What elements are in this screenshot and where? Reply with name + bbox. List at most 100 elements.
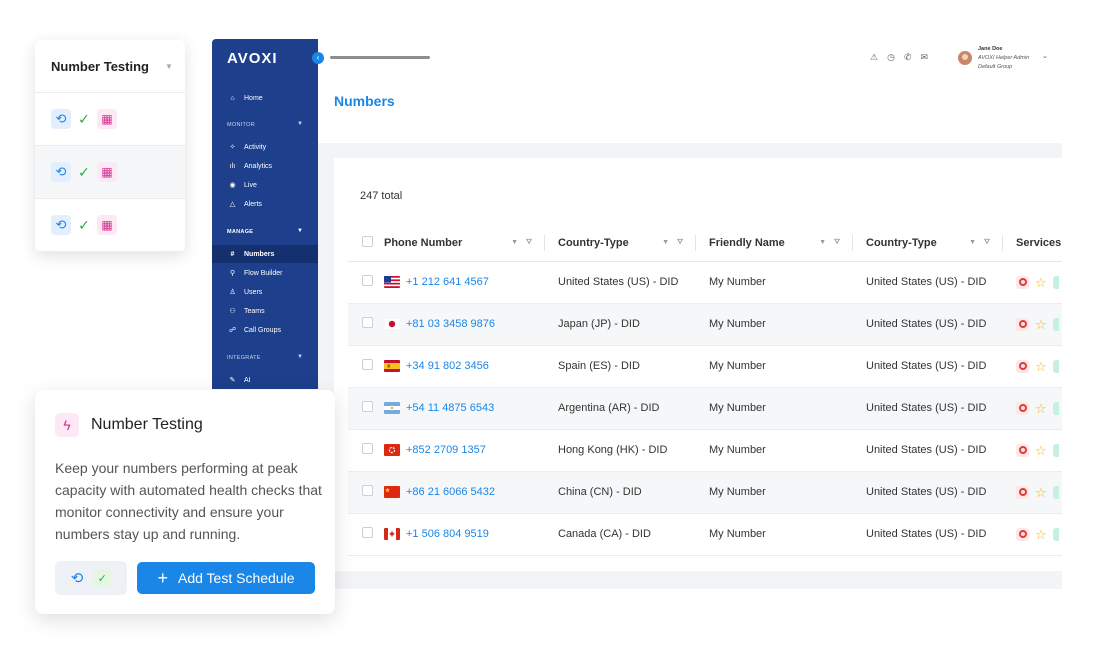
sidebar-item-analytics[interactable]: ılı Analytics bbox=[212, 157, 318, 175]
table-row[interactable]: +852 2709 1357 Hong Kong (HK) - DID My Num… bbox=[348, 429, 1062, 472]
sort-icon[interactable]: ▼ bbox=[662, 239, 669, 247]
target-icon[interactable] bbox=[1016, 317, 1029, 331]
service-badge-icon[interactable] bbox=[1052, 443, 1059, 457]
table-row[interactable]: +34 91 802 3456 Spain (ES) - DID My Number… bbox=[348, 345, 1062, 388]
sync-icon[interactable]: ⟲ bbox=[51, 215, 71, 235]
header-toolbar: ⚠ ◷ ✆ ✉ bbox=[870, 52, 928, 63]
sidebar-item-ai[interactable]: ✎ AI bbox=[212, 371, 318, 389]
sidebar-item-label: Analytics bbox=[244, 162, 273, 170]
service-badge-icon[interactable] bbox=[1052, 317, 1059, 331]
table-row[interactable]: +86 21 6066 5432 China (CN) - DID My Numbe… bbox=[348, 471, 1062, 514]
row-checkbox[interactable] bbox=[362, 527, 373, 538]
row-checkbox[interactable] bbox=[362, 317, 373, 328]
service-badge-icon[interactable] bbox=[1052, 401, 1059, 415]
phone-number-link[interactable]: +54 11 4875 6543 bbox=[406, 402, 494, 414]
list-item[interactable]: ⟲ ✓ ▦ bbox=[35, 199, 185, 252]
avatar[interactable] bbox=[958, 51, 972, 65]
service-badge-icon[interactable] bbox=[1052, 359, 1059, 373]
phone-number-link[interactable]: +1 212 641 4567 bbox=[406, 276, 489, 288]
sidebar-item-teams[interactable]: ⚇ Teams bbox=[212, 302, 318, 320]
filter-icon[interactable]: ⛛ bbox=[526, 239, 532, 247]
star-icon[interactable]: ☆ bbox=[1035, 402, 1047, 415]
sidebar-item-flow-builder[interactable]: ⚲ Flow Builder bbox=[212, 264, 318, 282]
service-badge-icon[interactable] bbox=[1052, 485, 1059, 499]
star-icon[interactable]: ☆ bbox=[1035, 276, 1047, 289]
sidebar-item-home[interactable]: ⌂ Home bbox=[212, 89, 318, 107]
message-icon[interactable]: ✉ bbox=[920, 52, 928, 63]
filter-icon[interactable]: ⛛ bbox=[984, 239, 990, 247]
sidebar-item-live[interactable]: ◉ Live bbox=[212, 176, 318, 194]
sidebar-item-numbers[interactable]: # Numbers bbox=[212, 245, 318, 263]
add-test-schedule-button[interactable]: + Add Test Schedule bbox=[137, 562, 315, 594]
calendar-schedule-icon[interactable]: ▦ bbox=[97, 162, 117, 182]
phone-number-link[interactable]: +852 2709 1357 bbox=[406, 444, 486, 456]
phone-number-link[interactable]: +81 03 3458 9876 bbox=[406, 318, 495, 330]
star-icon[interactable]: ☆ bbox=[1035, 444, 1047, 457]
target-icon[interactable] bbox=[1016, 527, 1029, 541]
table-row[interactable]: +1 212 641 4567 United States (US) - DID M… bbox=[348, 261, 1062, 304]
row-checkbox[interactable] bbox=[362, 443, 373, 454]
row-checkbox[interactable] bbox=[362, 359, 373, 370]
phone-number-link[interactable]: +34 91 802 3456 bbox=[406, 360, 489, 372]
target-icon[interactable] bbox=[1016, 485, 1029, 499]
row-checkbox[interactable] bbox=[362, 401, 373, 412]
list-item[interactable]: ⟲ ✓ ▦ bbox=[35, 146, 185, 199]
service-badge-icon[interactable] bbox=[1052, 527, 1059, 541]
calendar-schedule-icon[interactable]: ▦ bbox=[97, 109, 117, 129]
star-icon[interactable]: ☆ bbox=[1035, 360, 1047, 373]
column-header-phone-number[interactable]: Phone Number ▼ ⛛ bbox=[384, 225, 544, 262]
caret-down-icon[interactable]: ▼ bbox=[297, 354, 303, 360]
live-icon: ◉ bbox=[229, 182, 236, 189]
list-item[interactable]: ⟲ ✓ ▦ bbox=[35, 93, 185, 146]
sort-icon[interactable]: ▼ bbox=[969, 239, 976, 247]
number-testing-dropdown[interactable]: Number Testing ▼ bbox=[35, 40, 185, 93]
chevron-down-icon[interactable]: ⌄ bbox=[1042, 52, 1048, 60]
alert-icon[interactable]: ⚠ bbox=[870, 52, 878, 63]
user-menu[interactable]: Jane Doe AVOXI Helper Admin Default Grou… bbox=[978, 45, 1029, 72]
phone-icon[interactable]: ✆ bbox=[904, 52, 912, 63]
user-role: AVOXI Helper Admin bbox=[978, 55, 1030, 61]
star-icon[interactable]: ☆ bbox=[1035, 528, 1047, 541]
column-header-country-type-2[interactable]: Country-Type ▼ ⛛ bbox=[852, 225, 1002, 262]
page-title: Numbers bbox=[334, 93, 395, 109]
column-header-country-type[interactable]: Country-Type ▼ ⛛ bbox=[544, 225, 695, 262]
caret-down-icon[interactable]: ▼ bbox=[297, 228, 303, 234]
column-header-services[interactable]: Services E bbox=[1002, 225, 1062, 262]
user-group: Default Group bbox=[978, 64, 1013, 70]
sort-icon[interactable]: ▼ bbox=[511, 239, 518, 247]
table-row[interactable]: +1 506 804 9519 Canada (CA) - DID My Numbe… bbox=[348, 513, 1062, 556]
filter-icon[interactable]: ⛛ bbox=[677, 239, 683, 247]
sync-icon[interactable]: ⟲ bbox=[51, 162, 71, 182]
table-row[interactable]: +54 11 4875 6543 Argentina (AR) - DID My N… bbox=[348, 387, 1062, 430]
select-all-checkbox[interactable] bbox=[362, 235, 373, 247]
filter-icon[interactable]: ⛛ bbox=[834, 239, 840, 247]
caret-down-icon[interactable]: ▼ bbox=[297, 121, 303, 127]
target-icon[interactable] bbox=[1016, 275, 1029, 289]
calendar-schedule-icon[interactable]: ▦ bbox=[97, 215, 117, 235]
sidebar-item-users[interactable]: ♙ Users bbox=[212, 283, 318, 301]
row-checkbox[interactable] bbox=[362, 485, 373, 496]
phone-number-link[interactable]: +86 21 6066 5432 bbox=[406, 486, 495, 498]
sidebar-item-label: Teams bbox=[244, 307, 265, 315]
phone-number-link[interactable]: +1 506 804 9519 bbox=[406, 528, 489, 540]
check-icon: ✓ bbox=[78, 110, 90, 127]
column-header-friendly-name[interactable]: Friendly Name ▼ ⛛ bbox=[695, 225, 852, 262]
collapse-sidebar-button[interactable]: ‹ bbox=[312, 52, 324, 64]
plus-icon: + bbox=[157, 568, 168, 588]
target-icon[interactable] bbox=[1016, 359, 1029, 373]
star-icon[interactable]: ☆ bbox=[1035, 318, 1047, 331]
star-icon[interactable]: ☆ bbox=[1035, 486, 1047, 499]
sidebar-item-activity[interactable]: ✧ Activity bbox=[212, 138, 318, 156]
sync-icon[interactable]: ⟲ bbox=[51, 109, 71, 129]
sort-icon[interactable]: ▼ bbox=[819, 239, 826, 247]
flag-es-icon bbox=[384, 360, 400, 372]
country-type-cell-2: United States (US) - DID bbox=[852, 387, 1002, 430]
row-checkbox[interactable] bbox=[362, 275, 373, 286]
target-icon[interactable] bbox=[1016, 401, 1029, 415]
service-badge-icon[interactable] bbox=[1052, 275, 1059, 289]
target-icon[interactable] bbox=[1016, 443, 1029, 457]
sidebar-item-alerts[interactable]: △ Alerts bbox=[212, 195, 318, 213]
sidebar-item-call-groups[interactable]: ☍ Call Groups bbox=[212, 321, 318, 339]
clock-icon[interactable]: ◷ bbox=[887, 52, 895, 63]
table-row[interactable]: +81 03 3458 9876 Japan (JP) - DID My Numbe… bbox=[348, 303, 1062, 346]
